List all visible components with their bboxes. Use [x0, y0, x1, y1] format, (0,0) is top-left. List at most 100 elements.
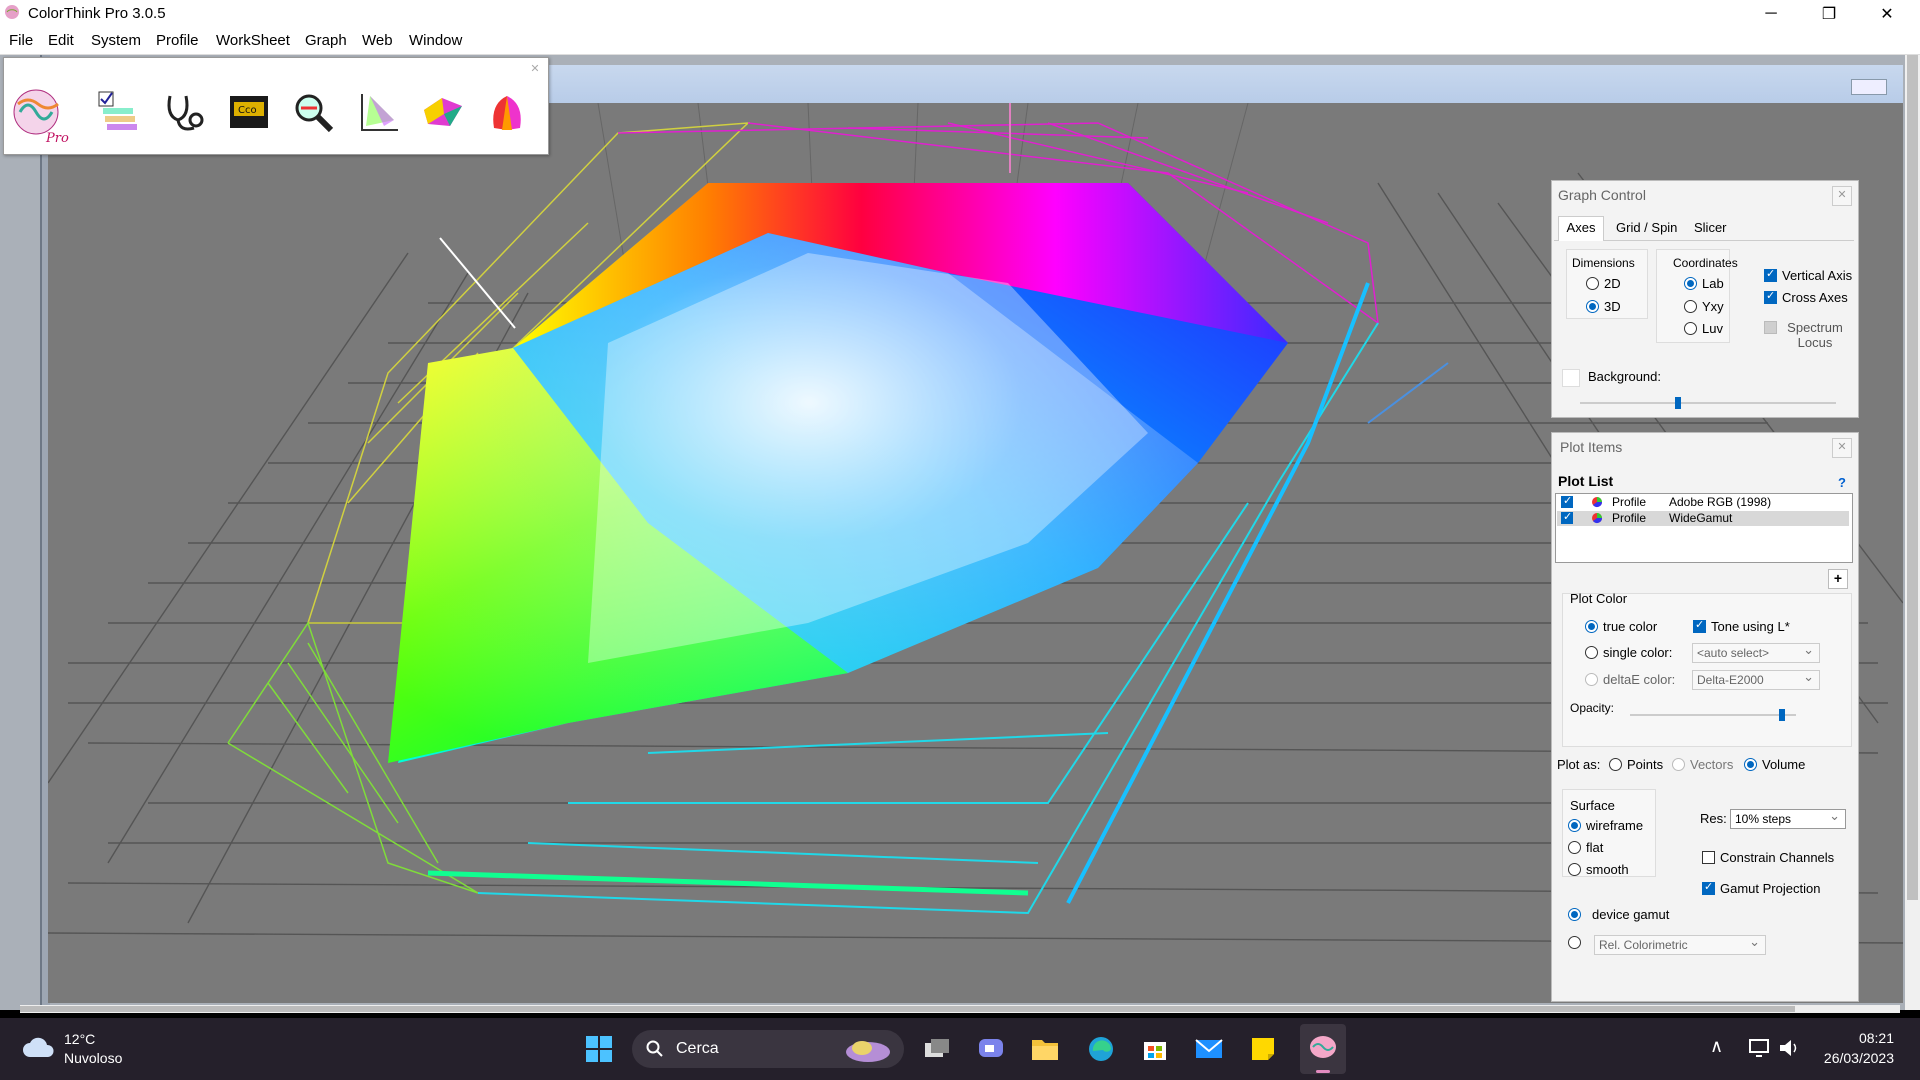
menu-window[interactable]: Window [409, 32, 462, 49]
radio-luv[interactable] [1684, 322, 1697, 335]
close-button[interactable]: ✕ [1858, 0, 1916, 28]
magnifier-icon[interactable] [291, 90, 337, 136]
graph-gamut-icon[interactable] [356, 90, 402, 136]
tab-axes[interactable]: Axes [1558, 216, 1604, 241]
profile-inspector-icon[interactable] [97, 90, 143, 136]
teams-chat-button[interactable] [974, 1032, 1008, 1066]
opacity-slider[interactable] [1630, 709, 1796, 721]
vertical-axis-checkbox[interactable] [1764, 267, 1777, 282]
radio-2d[interactable] [1586, 277, 1599, 290]
radio-lab[interactable] [1684, 277, 1697, 290]
svg-text:Pro: Pro [45, 131, 69, 146]
search-box[interactable]: Cerca [632, 1030, 904, 1068]
graph-control-close-button[interactable]: ✕ [1832, 186, 1852, 206]
menu-system[interactable]: System [91, 32, 141, 49]
radio-smooth[interactable] [1568, 863, 1581, 876]
colorthink-pro-logo-icon[interactable]: Pro [8, 86, 70, 146]
radio-true-color[interactable] [1585, 620, 1598, 633]
cross-axes-checkbox[interactable] [1764, 289, 1777, 304]
rel-colorimetric-select[interactable]: Rel. Colorimetric [1594, 934, 1766, 955]
add-plot-item-button[interactable]: + [1828, 569, 1848, 589]
tone-using-l-checkbox[interactable] [1693, 618, 1706, 633]
plot-items-panel: Plot Items ✕ Plot List ? Profile Adobe R… [1551, 432, 1859, 1002]
menu-profile[interactable]: Profile [156, 32, 199, 49]
volume-label: Volume [1762, 757, 1806, 772]
vertical-axis-label: Vertical Axis [1782, 268, 1853, 283]
taskbar: 12°C Nuvoloso Cerca ∧ 08:21 26/03/2023 [0, 1018, 1920, 1080]
plot-list: Profile Adobe RGB (1998) Profile WideGam… [1555, 493, 1853, 563]
help-link[interactable]: ? [1838, 475, 1846, 490]
menu-file[interactable]: File [9, 32, 33, 49]
plot-item-checkbox[interactable] [1561, 510, 1573, 524]
start-button[interactable] [582, 1032, 616, 1066]
radio-wireframe[interactable] [1568, 819, 1581, 832]
file-explorer-button[interactable] [1028, 1032, 1062, 1066]
opacity-slider-knob[interactable] [1778, 709, 1785, 721]
profile-doctor-icon[interactable] [162, 90, 208, 136]
background-slider[interactable] [1580, 397, 1836, 409]
tab-grid-spin[interactable]: Grid / Spin [1616, 220, 1677, 235]
edge-button[interactable] [1084, 1032, 1118, 1066]
gamut-3d-icon[interactable] [420, 90, 466, 136]
radio-flat[interactable] [1568, 841, 1581, 854]
radio-yxy[interactable] [1684, 300, 1697, 313]
store-button[interactable] [1138, 1032, 1172, 1066]
color-wheel-icon[interactable] [484, 90, 530, 136]
plot-list-row[interactable]: Profile WideGamut [1557, 510, 1849, 526]
clock-time[interactable]: 08:21 [1836, 1030, 1894, 1046]
gamut-projection-checkbox[interactable] [1702, 880, 1715, 895]
spectrum-locus-checkbox[interactable] [1764, 321, 1777, 334]
plot-item-name: Adobe RGB (1998) [1669, 495, 1772, 509]
horizontal-scrollbar[interactable] [20, 1005, 1900, 1013]
plot-list-row[interactable]: Profile Adobe RGB (1998) [1557, 494, 1849, 510]
sticky-notes-button[interactable] [1246, 1032, 1280, 1066]
minimize-button[interactable]: ─ [1742, 0, 1800, 28]
weather-temperature: 12°C [64, 1031, 96, 1047]
tab-slicer[interactable]: Slicer [1694, 220, 1727, 235]
radio-3d[interactable] [1586, 300, 1599, 313]
volume-icon[interactable] [1778, 1038, 1800, 1058]
network-icon[interactable] [1748, 1038, 1772, 1058]
plot-item-checkbox[interactable] [1561, 494, 1573, 508]
cloud-weather-icon [23, 1037, 54, 1057]
radio-volume[interactable] [1744, 758, 1757, 771]
radio-rel-colorimetric[interactable] [1568, 936, 1581, 949]
task-view-button[interactable] [920, 1032, 954, 1066]
background-swatch[interactable] [1562, 369, 1580, 387]
tone-using-l-label: Tone using L* [1711, 619, 1790, 634]
radio-3d-label: 3D [1604, 299, 1621, 314]
mail-button[interactable] [1192, 1032, 1226, 1066]
radio-points[interactable] [1609, 758, 1622, 771]
single-color-select[interactable]: <auto select> [1692, 642, 1820, 663]
svg-text:Cco: Cco [238, 105, 257, 116]
sticky-notes-icon [1252, 1038, 1274, 1060]
constrain-channels-checkbox[interactable] [1702, 851, 1715, 864]
flat-label: flat [1586, 840, 1604, 855]
menu-worksheet[interactable]: WorkSheet [216, 32, 290, 49]
palette-close-icon[interactable]: ✕ [528, 62, 542, 76]
radio-2d-label: 2D [1604, 276, 1621, 291]
deltae-select[interactable]: Delta-E2000 [1692, 669, 1820, 690]
task-view-icon [925, 1039, 949, 1057]
restore-button[interactable]: ❐ [1800, 0, 1858, 28]
show-hidden-icons[interactable]: ∧ [1710, 1036, 1723, 1057]
coordinates-label: Coordinates [1673, 256, 1738, 270]
deltae-color-label: deltaE color: [1603, 672, 1676, 687]
colorthink-taskbar-button[interactable] [1300, 1024, 1346, 1074]
radio-vectors[interactable] [1672, 758, 1685, 771]
background-label: Background: [1588, 369, 1661, 384]
plot-items-close-button[interactable]: ✕ [1832, 438, 1852, 458]
radio-deltae-color[interactable] [1585, 673, 1598, 686]
background-slider-knob[interactable] [1675, 397, 1681, 409]
color-worksheet-icon[interactable]: Cco [226, 90, 272, 136]
clock-date[interactable]: 26/03/2023 [1810, 1050, 1894, 1066]
chat-icon [979, 1039, 1003, 1057]
radio-device-gamut[interactable] [1568, 908, 1581, 921]
menu-graph[interactable]: Graph [305, 32, 347, 49]
menu-edit[interactable]: Edit [48, 32, 74, 49]
menu-web[interactable]: Web [362, 32, 393, 49]
res-select[interactable]: 10% steps [1730, 808, 1846, 829]
vertical-scrollbar[interactable] [1905, 55, 1920, 1010]
graph-minimize-button[interactable] [1851, 79, 1887, 95]
radio-single-color[interactable] [1585, 646, 1598, 659]
